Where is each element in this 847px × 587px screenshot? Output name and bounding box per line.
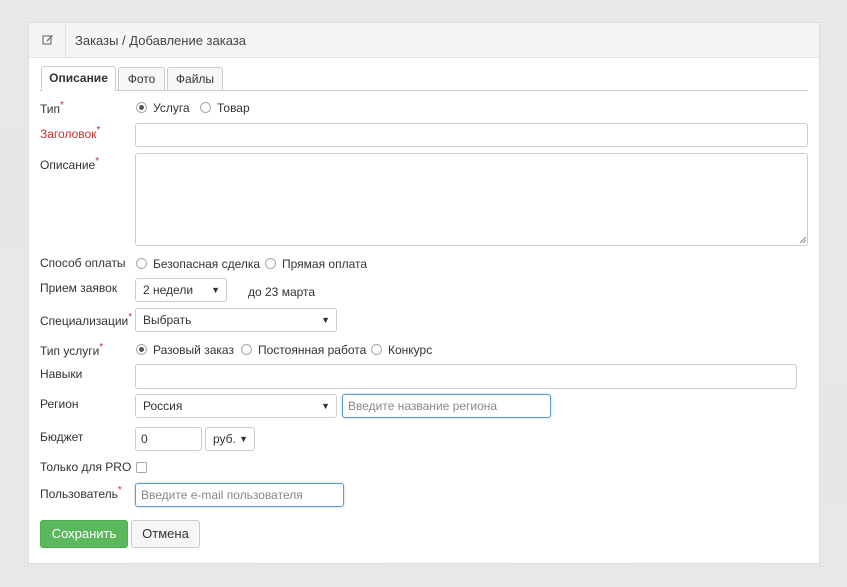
required-mark: * (96, 125, 101, 136)
header-icon-cell (29, 23, 66, 57)
chevron-down-icon: ▼ (321, 401, 330, 411)
radio-service-label: Услуга (153, 101, 190, 115)
title-label: Заголовок* (40, 125, 100, 141)
service-type-label: Тип услуги* (40, 342, 103, 358)
budget-input[interactable] (135, 427, 202, 451)
specialization-select[interactable]: Выбрать ▼ (135, 308, 337, 332)
tabs-divider (40, 90, 808, 91)
description-textarea[interactable] (135, 153, 808, 246)
region-country-value: Россия (143, 399, 183, 413)
specialization-label-text: Специализации (40, 314, 129, 328)
currency-value: руб. (213, 432, 236, 446)
required-mark: * (117, 485, 122, 496)
tab-photo[interactable]: Фото (118, 67, 165, 90)
user-label-text: Пользователь (40, 487, 118, 501)
specialization-label: Специализации* (40, 312, 132, 328)
bids-until-text: до 23 марта (248, 285, 316, 299)
user-label: Пользователь* (40, 485, 122, 501)
tab-files[interactable]: Файлы (167, 67, 223, 90)
title-label-text: Заголовок (40, 127, 97, 141)
radio-safe-deal[interactable] (136, 258, 147, 269)
required-mark: * (128, 312, 133, 323)
chevron-down-icon: ▼ (211, 285, 220, 295)
radio-contest-label: Конкурс (388, 343, 433, 357)
user-email-input[interactable] (135, 483, 344, 507)
bids-period-value: 2 недели (143, 283, 194, 297)
radio-product-label: Товар (217, 101, 250, 115)
radio-direct-payment[interactable] (265, 258, 276, 269)
title-input[interactable] (135, 123, 808, 147)
radio-permanent-work[interactable] (241, 344, 252, 355)
radio-one-time-order-label: Разовый заказ (153, 343, 234, 357)
resize-grip-icon[interactable] (798, 235, 807, 244)
radio-safe-deal-label: Безопасная сделка (153, 257, 261, 271)
payment-label: Способ оплаты (40, 256, 126, 270)
skills-label: Навыки (40, 367, 83, 381)
radio-service[interactable] (136, 102, 147, 113)
radio-contest[interactable] (371, 344, 382, 355)
bids-period-select[interactable]: 2 недели ▼ (135, 278, 227, 302)
region-country-select[interactable]: Россия ▼ (135, 394, 337, 418)
required-mark: * (60, 100, 64, 111)
description-label-text: Описание (40, 158, 96, 172)
service-type-label-text: Тип услуги (40, 344, 100, 358)
chevron-down-icon: ▼ (321, 315, 330, 325)
region-label: Регион (40, 397, 79, 411)
description-label: Описание* (40, 156, 99, 172)
radio-direct-payment-label: Прямая оплата (282, 257, 368, 271)
specialization-value: Выбрать (143, 313, 192, 327)
radio-permanent-work-label: Постоянная работа (258, 343, 367, 357)
radio-one-time-order[interactable] (136, 344, 147, 355)
region-search-input[interactable] (342, 394, 551, 418)
type-label-text: Тип (40, 102, 61, 116)
breadcrumb: Заказы / Добавление заказа (75, 33, 246, 48)
chevron-down-icon: ▼ (239, 434, 248, 444)
type-label: Тип* (40, 100, 64, 116)
pro-only-label: Только для PRO (40, 460, 132, 474)
pro-only-checkbox[interactable] (136, 462, 147, 473)
radio-product[interactable] (200, 102, 211, 113)
required-mark: * (99, 342, 104, 353)
cancel-button[interactable]: Отмена (131, 520, 200, 548)
skills-input[interactable] (135, 364, 797, 389)
required-mark: * (95, 156, 100, 167)
bids-label: Прием заявок (40, 281, 118, 295)
budget-label: Бюджет (40, 430, 84, 444)
tab-description[interactable]: Описание (41, 66, 116, 91)
save-button[interactable]: Сохранить (40, 520, 128, 548)
edit-icon (42, 35, 53, 45)
panel-header: Заказы / Добавление заказа (29, 23, 819, 58)
currency-select[interactable]: руб. ▼ (205, 427, 255, 451)
